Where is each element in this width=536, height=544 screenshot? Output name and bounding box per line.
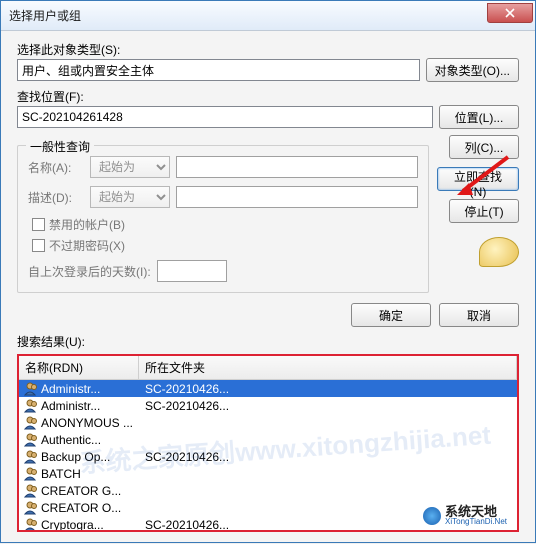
- column-name[interactable]: 名称(RDN): [19, 356, 139, 379]
- user-group-icon: [23, 501, 39, 515]
- row-name: BATCH: [41, 467, 141, 481]
- user-group-icon: [23, 484, 39, 498]
- non-expiring-checkbox[interactable]: [32, 239, 45, 252]
- desc-input[interactable]: [176, 186, 418, 208]
- table-row[interactable]: Authentic...: [19, 431, 517, 448]
- search-results-label: 搜索结果(U):: [17, 333, 519, 350]
- stop-button[interactable]: 停止(T): [449, 199, 519, 223]
- table-row[interactable]: ANONYMOUS ...: [19, 414, 517, 431]
- close-button[interactable]: [487, 3, 533, 23]
- object-types-button[interactable]: 对象类型(O)...: [426, 58, 519, 82]
- days-since-logon-input[interactable]: [157, 260, 227, 282]
- table-row[interactable]: Administr...SC-20210426...: [19, 380, 517, 397]
- site-badge: 系统天地 XiTongTianDi.Net: [417, 503, 513, 528]
- row-folder: SC-20210426...: [141, 382, 513, 396]
- titlebar: 选择用户或组: [1, 1, 535, 31]
- location-label: 查找位置(F):: [17, 88, 519, 105]
- title-text: 选择用户或组: [9, 7, 81, 24]
- close-icon: [505, 8, 515, 18]
- dialog-window: 选择用户或组 选择此对象类型(S): 对象类型(O)... 查找位置(F): 位…: [0, 0, 536, 543]
- find-now-button[interactable]: 立即查找(N): [437, 167, 519, 191]
- name-label: 名称(A):: [28, 159, 84, 176]
- object-type-input[interactable]: [17, 59, 420, 81]
- row-name: CREATOR O...: [41, 501, 141, 515]
- row-name: CREATOR G...: [41, 484, 141, 498]
- user-group-icon: [23, 467, 39, 481]
- common-queries-group: 一般性查询 名称(A): 起始为 描述(D): 起始为 禁用的帐户(B): [17, 145, 429, 293]
- disabled-accounts-checkbox[interactable]: [32, 218, 45, 231]
- table-row[interactable]: Administr...SC-20210426...: [19, 397, 517, 414]
- disabled-accounts-label: 禁用的帐户(B): [49, 216, 125, 233]
- name-input[interactable]: [176, 156, 418, 178]
- columns-button[interactable]: 列(C)...: [449, 135, 519, 159]
- results-list[interactable]: 名称(RDN) 所在文件夹 Administr...SC-20210426...…: [17, 354, 519, 532]
- locations-button[interactable]: 位置(L)...: [439, 105, 519, 129]
- user-group-icon: [23, 518, 39, 532]
- location-input[interactable]: [17, 106, 433, 128]
- badge-en: XiTongTianDi.Net: [445, 518, 507, 526]
- user-group-icon: [23, 433, 39, 447]
- row-name: Administr...: [41, 399, 141, 413]
- magnifier-icon: [479, 237, 519, 267]
- row-name: Administr...: [41, 382, 141, 396]
- table-row[interactable]: CREATOR G...: [19, 482, 517, 499]
- row-folder: SC-20210426...: [141, 450, 513, 464]
- user-group-icon: [23, 416, 39, 430]
- column-folder[interactable]: 所在文件夹: [139, 356, 517, 379]
- object-type-label: 选择此对象类型(S):: [17, 41, 519, 58]
- days-since-logon-label: 自上次登录后的天数(I):: [28, 263, 151, 280]
- ok-button[interactable]: 确定: [351, 303, 431, 327]
- user-group-icon: [23, 399, 39, 413]
- user-group-icon: [23, 450, 39, 464]
- dialog-content: 选择此对象类型(S): 对象类型(O)... 查找位置(F): 位置(L)...…: [1, 31, 535, 542]
- table-row[interactable]: Backup Op...SC-20210426...: [19, 448, 517, 465]
- row-folder: SC-20210426...: [141, 399, 513, 413]
- globe-icon: [423, 507, 441, 525]
- results-header: 名称(RDN) 所在文件夹: [19, 356, 517, 380]
- row-name: Cryptogra...: [41, 518, 141, 532]
- common-queries-legend: 一般性查询: [26, 138, 94, 155]
- row-name: Authentic...: [41, 433, 141, 447]
- cancel-button[interactable]: 取消: [439, 303, 519, 327]
- user-group-icon: [23, 382, 39, 396]
- desc-label: 描述(D):: [28, 189, 84, 206]
- name-mode-select[interactable]: 起始为: [90, 156, 170, 178]
- row-name: Backup Op...: [41, 450, 141, 464]
- row-name: ANONYMOUS ...: [41, 416, 141, 430]
- non-expiring-label: 不过期密码(X): [49, 237, 125, 254]
- desc-mode-select[interactable]: 起始为: [90, 186, 170, 208]
- table-row[interactable]: BATCH: [19, 465, 517, 482]
